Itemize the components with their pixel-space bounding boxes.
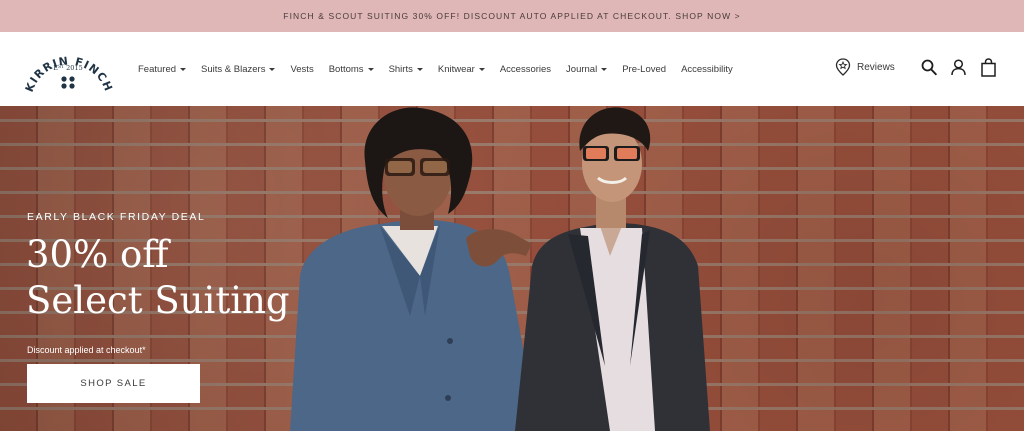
nav-label: Accessories	[499, 63, 552, 75]
svg-text:EST 2015: EST 2015	[53, 64, 82, 72]
nav-label: Suits & Blazers	[201, 63, 266, 75]
hero-disclaimer: Discount applied at checkout*	[27, 345, 146, 355]
brand-logo[interactable]: KIRRIN FINCH EST 2015	[22, 40, 114, 98]
nav-label: Shirts	[388, 63, 413, 75]
nav-label: Knitwear	[437, 63, 475, 75]
account-icon[interactable]	[951, 59, 966, 81]
site-header: KIRRIN FINCH EST 2015 Featured Suits & B…	[0, 32, 1024, 106]
announcement-text[interactable]: FINCH & SCOUT SUITING 30% OFF! DISCOUNT …	[283, 11, 740, 21]
search-icon[interactable]	[921, 59, 937, 81]
nav-item-accessibility[interactable]: Accessibility	[681, 64, 733, 75]
nav-item-pre-loved[interactable]: Pre-Loved	[622, 64, 666, 75]
chevron-down-icon	[269, 67, 276, 71]
hero-headline-line-2: Select Suiting	[26, 279, 290, 322]
cart-icon[interactable]	[981, 58, 996, 82]
nav-item-journal[interactable]: Journal	[566, 63, 608, 75]
nav-item-featured[interactable]: Featured	[138, 63, 187, 75]
shop-sale-button[interactable]: SHOP SALE	[27, 364, 200, 403]
nav-item-accessories[interactable]: Accessories	[500, 64, 551, 75]
hero-headline: 30% off Select Suiting	[26, 232, 290, 324]
chevron-down-icon	[367, 67, 374, 71]
main-nav: Featured Suits & Blazers Vests Bottoms S…	[138, 32, 748, 106]
nav-label: Journal	[566, 63, 598, 75]
nav-item-suits-blazers[interactable]: Suits & Blazers	[201, 63, 276, 75]
nav-item-shirts[interactable]: Shirts	[389, 64, 423, 75]
hero-banner[interactable]: EARLY BLACK FRIDAY DEAL 30% off Select S…	[0, 106, 1024, 431]
svg-text:KIRRIN FINCH: KIRRIN FINCH	[23, 54, 114, 93]
hero-eyebrow: EARLY BLACK FRIDAY DEAL	[27, 211, 206, 223]
chevron-down-icon	[180, 67, 187, 71]
nav-item-vests[interactable]: Vests	[290, 64, 313, 75]
hero-models-image	[290, 107, 710, 431]
nav-label: Accessibility	[681, 63, 733, 75]
nav-label: Pre-Loved	[622, 63, 667, 75]
announcement-bar[interactable]: FINCH & SCOUT SUITING 30% OFF! DISCOUNT …	[0, 0, 1024, 32]
reviews-link[interactable]: Reviews	[835, 58, 895, 76]
nav-label: Vests	[290, 63, 314, 75]
reviews-label: Reviews	[857, 61, 895, 73]
kirrin-finch-logo-icon: KIRRIN FINCH EST 2015	[23, 54, 114, 93]
reviews-badge-icon	[835, 58, 851, 76]
nav-label: Bottoms	[328, 63, 364, 75]
nav-item-knitwear[interactable]: Knitwear	[438, 64, 485, 75]
hero-headline-line-1: 30% off	[26, 233, 169, 276]
chevron-down-icon	[478, 67, 485, 71]
nav-label: Featured	[138, 63, 177, 75]
chevron-down-icon	[416, 67, 423, 71]
nav-item-bottoms[interactable]: Bottoms	[329, 64, 374, 75]
chevron-down-icon	[601, 67, 608, 71]
